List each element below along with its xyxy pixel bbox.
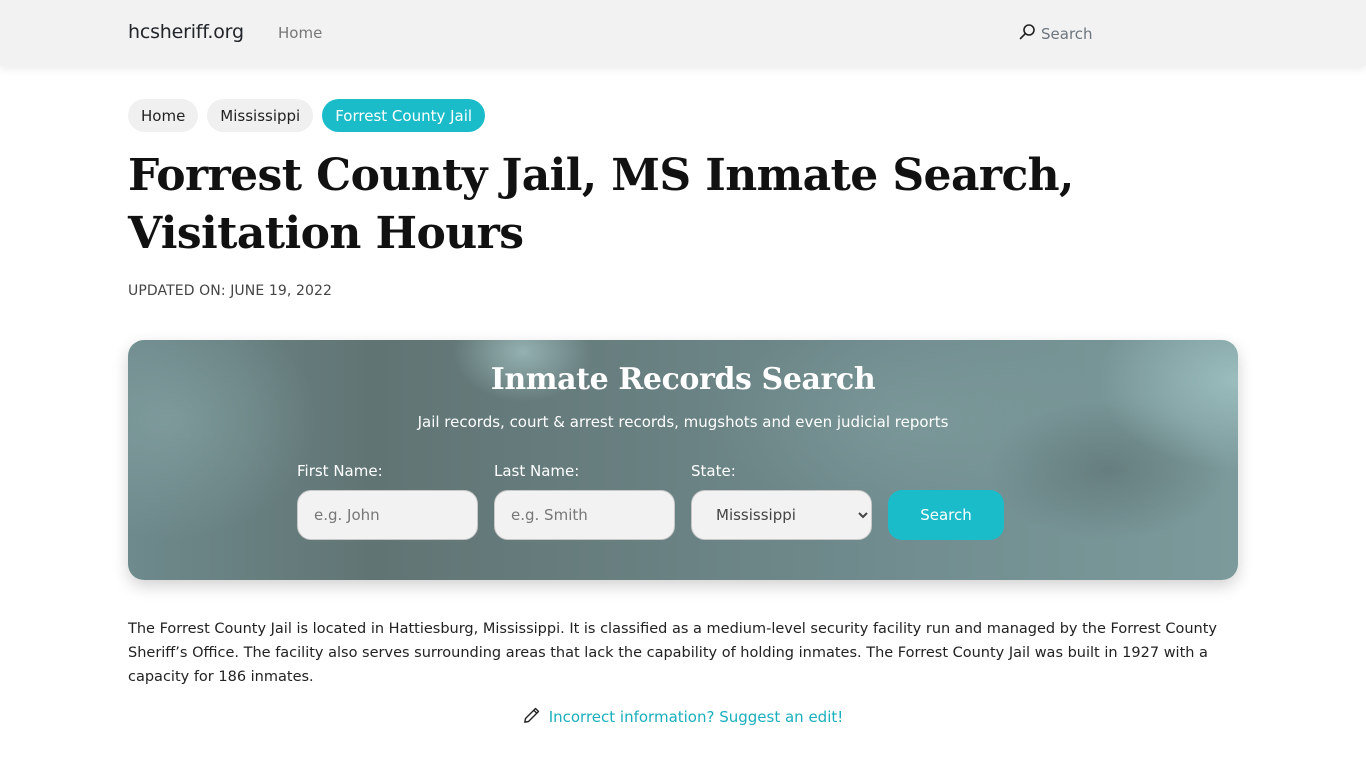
nav-search-label: Search (1041, 24, 1093, 43)
breadcrumb-home[interactable]: Home (128, 99, 199, 132)
updated-date: UPDATED ON: JUNE 19, 2022 (128, 283, 332, 299)
search-submit-button[interactable]: Search (888, 490, 1004, 540)
first-name-input[interactable] (297, 490, 478, 540)
state-label: State: (691, 462, 736, 480)
suggest-edit: Incorrect information? Suggest an edit! (0, 706, 1366, 728)
inmate-search-card: Inmate Records Search Jail records, cour… (128, 340, 1238, 580)
pencil-icon (523, 706, 541, 728)
breadcrumb: Home Mississippi Forrest County Jail (128, 99, 486, 132)
state-select[interactable]: Mississippi (691, 490, 872, 540)
search-icon (1019, 23, 1036, 44)
search-card-title: Inmate Records Search (490, 362, 876, 397)
state-group: State: Mississippi (691, 462, 872, 540)
first-name-label: First Name: (297, 462, 383, 480)
last-name-label: Last Name: (494, 462, 580, 480)
facility-description: The Forrest County Jail is located in Ha… (128, 621, 1217, 685)
suggest-edit-link[interactable]: Incorrect information? Suggest an edit! (549, 708, 844, 726)
last-name-group: Last Name: (494, 462, 675, 540)
site-brand-link[interactable]: hcsheriff.org (128, 21, 244, 43)
search-card-subtitle: Jail records, court & arrest records, mu… (417, 413, 949, 431)
page-title: Forrest County Jail, MS Inmate Search, V… (128, 150, 1074, 259)
first-name-group: First Name: (297, 462, 478, 540)
navbar: hcsheriff.org Home Search (0, 0, 1366, 66)
breadcrumb-forrest-county-jail[interactable]: Forrest County Jail (322, 99, 486, 132)
nav-home-link[interactable]: Home (278, 24, 322, 42)
breadcrumb-mississippi[interactable]: Mississippi (207, 99, 314, 132)
nav-search-button[interactable]: Search (1019, 23, 1093, 44)
last-name-input[interactable] (494, 490, 675, 540)
